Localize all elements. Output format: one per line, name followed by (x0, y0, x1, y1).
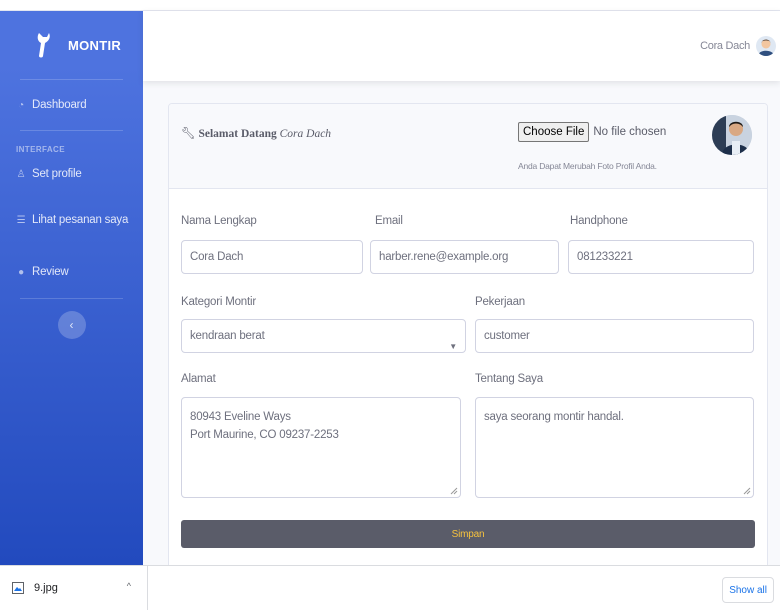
list-icon: ☰ (16, 214, 26, 226)
alamat-label: Alamat (181, 373, 216, 385)
tentang-value: saya seorang montir handal. (484, 411, 624, 423)
sidebar-item-set-profile[interactable]: ♙ Set profile (0, 154, 143, 194)
sidebar-toggle-button[interactable]: ‹ (57, 311, 86, 339)
handphone-input[interactable]: 081233221 (568, 240, 754, 274)
kategori-select[interactable]: kendraan berat ▼ (181, 319, 466, 353)
download-bar: 9.jpg ^ Show all (0, 565, 780, 610)
nama-input[interactable]: Cora Dach (181, 240, 363, 274)
sidebar-item-label: Dashboard (32, 99, 87, 111)
sidebar-heading: INTERFACE (16, 145, 65, 154)
alamat-textarea[interactable]: 80943 Eveline Ways Port Maurine, CO 0923… (181, 397, 461, 498)
resize-handle-icon[interactable] (450, 487, 458, 495)
sidebar: MONTIR ◔ Dashboard INTERFACE ♙ Set profi… (0, 11, 143, 565)
file-help-text: Anda Dapat Merubah Foto Profil Anda. (518, 161, 657, 171)
welcome-text: 🔧︎ Selamat Datang Cora Dach (181, 126, 331, 140)
kategori-label: Kategori Montir (181, 296, 256, 308)
tentang-textarea[interactable]: saya seorang montir handal. (475, 397, 754, 498)
sidebar-item-dashboard[interactable]: ◔ Dashboard (0, 80, 143, 130)
file-status: No file chosen (593, 126, 667, 138)
handphone-label: Handphone (570, 215, 628, 227)
welcome-user-name: Cora Dach (279, 128, 332, 140)
sidebar-item-label: Lihat pesanan saya (32, 214, 129, 226)
welcome-prefix: Selamat Datang (198, 128, 277, 140)
sidebar-item-label: Review (32, 266, 69, 278)
sidebar-item-review[interactable]: ● Review (0, 246, 143, 298)
sidebar-item-label: Set profile (32, 168, 82, 180)
pekerjaan-label: Pekerjaan (475, 296, 525, 308)
comments-icon: ● (18, 266, 24, 278)
chevron-up-icon[interactable]: ^ (127, 581, 131, 591)
sidebar-divider (20, 298, 123, 299)
avatar[interactable] (756, 36, 776, 56)
save-button[interactable]: Simpan (181, 520, 755, 548)
alamat-line-2: Port Maurine, CO 09237-2253 (190, 429, 339, 441)
wrench-icon: 🔧︎ (181, 128, 196, 140)
tachometer-icon: ◔ (18, 99, 24, 111)
tentang-label: Tentang Saya (475, 373, 543, 385)
file-upload: Choose File No file chosen (518, 122, 666, 142)
choose-file-button[interactable]: Choose File (518, 122, 590, 142)
profile-photo-image (712, 115, 752, 155)
brand-name: MONTIR (68, 37, 122, 53)
chevron-down-icon: ▼ (449, 342, 457, 351)
alamat-line-1: 80943 Eveline Ways (190, 411, 291, 423)
chevron-left-icon: ‹ (69, 318, 74, 332)
profile-card: 🔧︎ Selamat Datang Cora Dach Choose File … (168, 103, 768, 573)
email-label: Email (375, 215, 403, 227)
image-file-icon (12, 582, 24, 594)
kategori-selected-value: kendraan berat (190, 330, 265, 342)
user-icon: ♙ (16, 168, 26, 180)
show-all-button[interactable]: Show all (722, 577, 774, 603)
browser-top-edge (0, 0, 780, 11)
topbar: Cora Dach (143, 11, 780, 81)
pekerjaan-input[interactable]: customer (475, 319, 754, 353)
profile-photo (712, 115, 752, 155)
sidebar-divider (20, 130, 123, 131)
sidebar-brand[interactable]: MONTIR (0, 11, 143, 79)
nama-label: Nama Lengkap (181, 215, 257, 227)
download-item[interactable]: 9.jpg ^ (0, 566, 148, 610)
user-avatar-icon (758, 39, 774, 56)
sidebar-item-lihat-pesanan[interactable]: ☰ Lihat pesanan saya (0, 194, 143, 246)
wrench-icon (36, 32, 54, 58)
download-file-name: 9.jpg (34, 582, 58, 594)
topbar-user-name[interactable]: Cora Dach (700, 40, 750, 52)
email-input[interactable]: harber.rene@example.org (370, 240, 559, 274)
card-header: 🔧︎ Selamat Datang Cora Dach Choose File … (169, 104, 767, 189)
resize-handle-icon[interactable] (743, 487, 751, 495)
